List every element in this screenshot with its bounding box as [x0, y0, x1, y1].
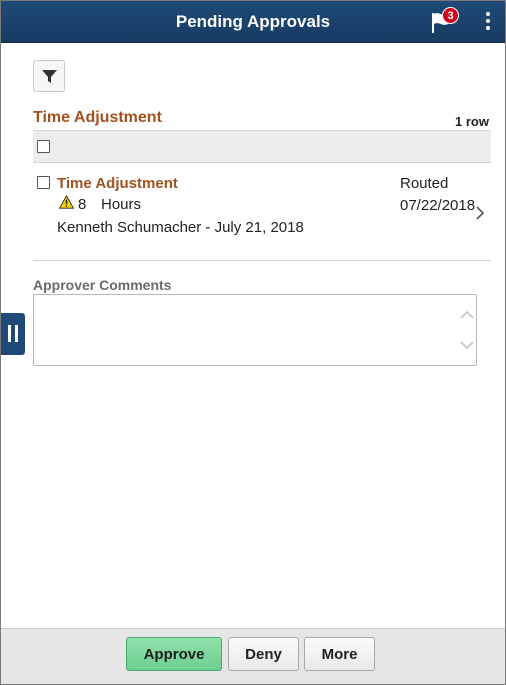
item-date: 07/22/2018	[400, 197, 476, 214]
more-actions-icon[interactable]	[481, 10, 495, 34]
action-bar: Approve Deny More	[1, 628, 505, 684]
more-button[interactable]: More	[304, 637, 375, 671]
app-window: Pending Approvals 3 Time Adjustment 1 ro…	[0, 0, 506, 685]
hours-unit: Hours	[101, 196, 142, 213]
item-status: Routed	[400, 175, 449, 192]
row-count: 1 row	[455, 114, 489, 129]
filter-button[interactable]	[33, 60, 65, 92]
deny-button[interactable]: Deny	[228, 637, 299, 671]
notification-count-badge: 3	[442, 7, 459, 24]
scroll-up-icon[interactable]	[460, 310, 474, 320]
row-select-checkbox[interactable]	[37, 176, 50, 189]
section-title: Time Adjustment	[33, 109, 162, 126]
approve-button[interactable]: Approve	[126, 637, 222, 671]
filter-icon	[42, 70, 57, 83]
divider	[33, 260, 491, 261]
approver-comments-textarea[interactable]	[33, 294, 477, 366]
warning-icon	[59, 195, 74, 209]
side-panel-toggle[interactable]	[1, 313, 25, 355]
select-all-checkbox[interactable]	[37, 140, 50, 153]
item-title-link[interactable]: Time Adjustment	[57, 175, 178, 192]
header-bar: Pending Approvals 3	[1, 1, 505, 43]
scroll-down-icon[interactable]	[460, 340, 474, 350]
comments-label: Approver Comments	[33, 277, 172, 293]
chevron-right-icon[interactable]	[476, 206, 484, 220]
select-all-bar	[33, 131, 491, 163]
hours-value: 8	[78, 196, 87, 213]
item-employee-date: Kenneth Schumacher - July 21, 2018	[57, 219, 304, 236]
